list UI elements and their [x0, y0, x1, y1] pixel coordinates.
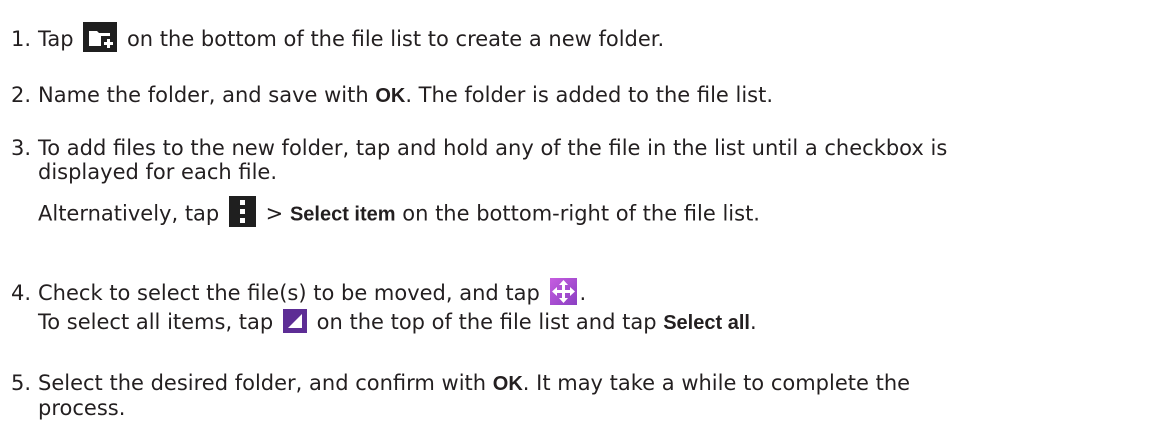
step-text-part: Tap: [38, 27, 74, 51]
step-text: To add files to the new folder, tap and …: [38, 134, 1175, 230]
step-text-part: To select all items, tap: [38, 309, 274, 334]
instructions: 1. Tap on the bottom of the file list to…: [0, 0, 1175, 448]
step-text-part: Check to select the file(s) to be moved,…: [38, 281, 540, 305]
move-icon: [549, 277, 577, 305]
step-text-part: on the top of the file list and tap: [316, 309, 664, 334]
select-item-label: Select item: [289, 203, 396, 226]
step-text-line: To select all items, tap on the top of t…: [38, 308, 1175, 337]
ok-label: OK: [492, 373, 523, 395]
alternative-text: Alternatively, tap > Select item on the …: [38, 196, 1175, 230]
step-text-line: Check to select the file(s) to be moved,…: [38, 277, 1175, 308]
step-text-part: Select the desired folder, and confirm w…: [38, 371, 493, 395]
step-number: 3.: [11, 136, 32, 160]
step-text-line: displayed for each file.: [38, 160, 278, 184]
select-icon: [282, 308, 307, 333]
step-text-line: process.: [38, 396, 126, 420]
new-folder-icon: [83, 22, 118, 52]
step-text-part: >: [265, 201, 284, 226]
step-number: 4.: [11, 281, 32, 305]
step-number: 2.: [11, 83, 32, 107]
step-text-part: . The folder is added to the file list.: [405, 83, 774, 107]
step-text-part: . It may take a while to complete the: [522, 371, 911, 395]
step-text: Select the desired folder, and confirm w…: [38, 369, 1175, 422]
step-text-part: Name the folder, and save with: [38, 83, 376, 107]
step-text: Tap on the bottom of the file list to cr…: [38, 22, 1175, 55]
step-text: Check to select the file(s) to be moved,…: [38, 277, 1175, 337]
step-text-part: Alternatively, tap: [38, 201, 220, 226]
menu-icon: [228, 196, 256, 227]
step-number: 1.: [11, 27, 32, 51]
step-text: Name the folder, and save with OK. The f…: [38, 81, 1175, 110]
step-text-part: on the bottom-right of the file list.: [402, 201, 760, 226]
step-text-part: .: [749, 309, 757, 334]
ok-label: OK: [375, 85, 406, 107]
step-text-part: on the bottom of the file list to create…: [126, 27, 665, 51]
step-number: 5.: [11, 371, 32, 395]
select-all-label: Select all: [663, 311, 750, 334]
step-text-part: .: [579, 281, 587, 305]
